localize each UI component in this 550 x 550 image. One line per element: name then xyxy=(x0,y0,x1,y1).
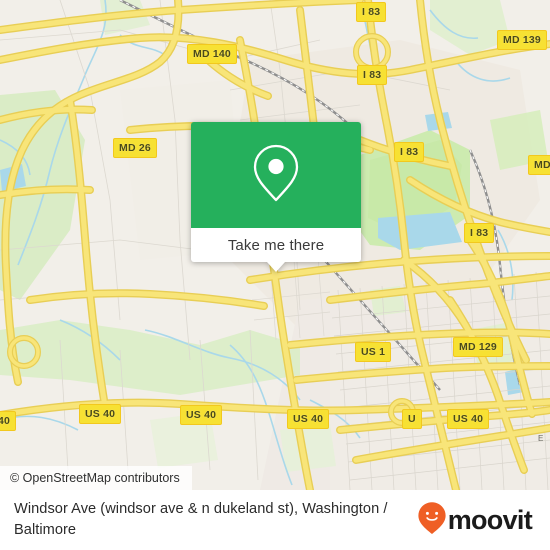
osm-attribution[interactable]: © OpenStreetMap contributors xyxy=(0,466,192,490)
poi-card-action[interactable]: Take me there xyxy=(191,228,361,262)
poi-callout-card[interactable]: Take me there xyxy=(191,122,361,272)
footer-bar: Windsor Ave (windsor ave & n dukeland st… xyxy=(0,490,550,550)
shield-i-83-upper[interactable]: I 83 xyxy=(357,65,388,85)
shield-md-140[interactable]: MD 140 xyxy=(187,44,237,64)
moovit-wordmark: moovit xyxy=(447,504,533,535)
location-pin-icon xyxy=(250,142,302,209)
location-title: Windsor Ave (windsor ave & n dukeland st… xyxy=(14,501,388,538)
shield-i-83-lower[interactable]: I 83 xyxy=(464,223,495,243)
shield-40-left-edge[interactable]: 40 xyxy=(0,411,17,431)
shield-us-40-a[interactable]: US 40 xyxy=(79,404,122,424)
poi-card-pointer xyxy=(267,262,285,272)
shield-i-83-top[interactable]: I 83 xyxy=(356,2,387,22)
moovit-smiley-pin-icon xyxy=(417,501,447,540)
shield-md-129[interactable]: MD 129 xyxy=(453,337,503,357)
take-me-there-label: Take me there xyxy=(227,236,325,254)
shield-md-139[interactable]: MD 139 xyxy=(497,30,547,50)
moovit-map-screen: I 83 MD 139 MD 140 I 83 MD 26 I 83 MD I 83 US 1 M… xyxy=(0,0,550,550)
map-canvas[interactable]: I 83 MD 139 MD 140 I 83 MD 26 I 83 MD I 83 US 1 M… xyxy=(0,0,550,490)
shield-u-partial[interactable]: U xyxy=(402,409,422,429)
shield-i-83-mid[interactable]: I 83 xyxy=(394,142,425,162)
shield-us-1[interactable]: US 1 xyxy=(355,342,392,362)
shield-us-40-d[interactable]: US 40 xyxy=(447,409,490,429)
moovit-logo[interactable]: moovit xyxy=(417,501,533,540)
shield-md-26[interactable]: MD 26 xyxy=(113,138,157,158)
map-label-e: E xyxy=(538,434,544,443)
shield-md-right-edge[interactable]: MD xyxy=(528,155,550,175)
osm-attribution-text: © OpenStreetMap contributors xyxy=(10,471,180,485)
poi-card-header xyxy=(191,122,361,228)
shield-us-40-c[interactable]: US 40 xyxy=(287,409,330,429)
shield-us-40-b[interactable]: US 40 xyxy=(180,405,223,425)
